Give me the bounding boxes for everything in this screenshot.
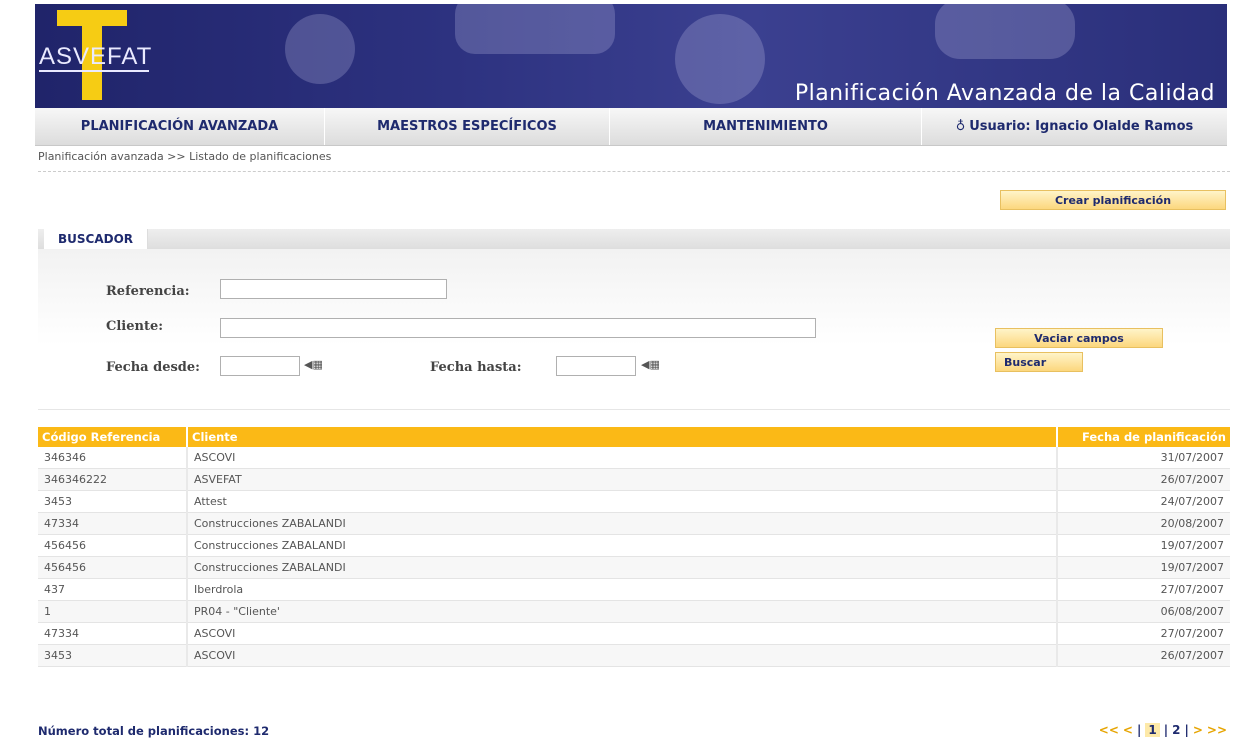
cell-cliente: ASCOVI [187,447,1058,469]
nav-item-mantenimiento[interactable]: MANTENIMIENTO [610,108,922,145]
cell-codigo: 437 [38,578,188,601]
cell-cliente: Construcciones ZABALANDI [187,512,1058,535]
prev-page-icon[interactable]: < [1123,723,1133,737]
first-page-icon[interactable]: << [1099,723,1119,737]
next-page-icon[interactable]: > [1193,723,1203,737]
page-link-1[interactable]: 1 [1145,723,1160,737]
cell-codigo: 346346 [38,447,188,469]
nav-item-maestros[interactable]: MAESTROS ESPECÍFICOS [325,108,610,145]
main-nav: PLANIFICACIÓN AVANZADA MAESTROS ESPECÍFI… [35,108,1227,146]
cell-codigo: 47334 [38,622,188,645]
table-row[interactable]: 456456 Construcciones ZABALANDI 19/07/2007 [38,534,1230,557]
pager-separator: | [1163,723,1169,737]
cell-fecha: 26/07/2007 [1057,644,1230,667]
cell-cliente: Iberdrola [187,578,1058,601]
pager-separator: | [1136,723,1142,737]
cell-codigo: 3453 [38,490,188,513]
breadcrumb: Planificación avanzada >> Listado de pla… [38,150,332,163]
cell-fecha: 06/08/2007 [1057,600,1230,623]
cell-fecha: 26/07/2007 [1057,468,1230,491]
user-icon: ♁ [955,119,966,134]
cell-cliente: ASCOVI [187,644,1058,667]
cell-fecha: 31/07/2007 [1057,447,1230,469]
table-row[interactable]: 456456 Construcciones ZABALANDI 19/07/2007 [38,556,1230,579]
cell-codigo: 456456 [38,556,188,579]
app-title: Planificación Avanzada de la Calidad [794,81,1215,106]
column-header-codigo[interactable]: Código Referencia [38,427,188,447]
table-row[interactable]: 437 Iberdrola 27/07/2007 [38,578,1230,601]
cell-cliente: ASCOVI [187,622,1058,645]
search-tab-bar [38,229,1230,249]
page-link-2[interactable]: 2 [1172,723,1180,737]
cell-fecha: 27/07/2007 [1057,578,1230,601]
calendar-icon[interactable]: ◀▦ [304,358,323,371]
table-row[interactable]: 1 PR04 - "Cliente' 06/08/2007 [38,600,1230,623]
table-row[interactable]: 3453 Attest 24/07/2007 [38,490,1230,513]
cell-codigo: 1 [38,600,188,623]
cell-cliente: Attest [187,490,1058,513]
search-button[interactable]: Buscar [995,352,1083,372]
last-page-icon[interactable]: >> [1207,723,1227,737]
cell-codigo: 47334 [38,512,188,535]
search-tab[interactable]: BUSCADOR [44,229,149,249]
table-row[interactable]: 47334 Construcciones ZABALANDI 20/08/2007 [38,512,1230,535]
cell-fecha: 24/07/2007 [1057,490,1230,513]
cell-fecha: 19/07/2007 [1057,556,1230,579]
cliente-label: Cliente: [106,319,164,334]
header-banner: ASVEFAT Planificación Avanzada de la Cal… [35,4,1227,108]
cliente-input[interactable] [220,318,816,338]
total-count: Número total de planificaciones: 12 [38,724,270,738]
screw-graphic [455,4,615,54]
create-planning-button[interactable]: Crear planificación [1000,190,1226,210]
fecha-desde-input[interactable] [220,356,300,376]
referencia-input[interactable] [220,279,447,299]
logo-text: ASVEFAT [39,43,153,72]
fecha-desde-label: Fecha desde: [106,360,200,375]
column-header-fecha[interactable]: Fecha de planificación [1057,427,1230,447]
calendar-icon[interactable]: ◀▦ [641,358,660,371]
clear-fields-button[interactable]: Vaciar campos [995,328,1163,348]
cell-cliente: PR04 - "Cliente' [187,600,1058,623]
pager-separator: | [1184,723,1189,737]
logo[interactable]: ASVEFAT [35,10,165,104]
divider [38,171,1230,172]
cell-fecha: 27/07/2007 [1057,622,1230,645]
cell-cliente: Construcciones ZABALANDI [187,534,1058,557]
fecha-hasta-input[interactable] [556,356,636,376]
nav-item-user[interactable]: ♁ Usuario: Ignacio Olalde Ramos [922,108,1227,145]
cell-fecha: 19/07/2007 [1057,534,1230,557]
cell-cliente: ASVEFAT [187,468,1058,491]
referencia-label: Referencia: [106,284,190,299]
nut-graphic [675,14,765,104]
table-row[interactable]: 47334 ASCOVI 27/07/2007 [38,622,1230,645]
table-row[interactable]: 3453 ASCOVI 26/07/2007 [38,644,1230,667]
cell-codigo: 3453 [38,644,188,667]
user-name: Usuario: Ignacio Olalde Ramos [969,119,1194,134]
cell-cliente: Construcciones ZABALANDI [187,556,1058,579]
fecha-hasta-label: Fecha hasta: [430,360,522,375]
table-row[interactable]: 346346 ASCOVI 31/07/2007 [38,447,1230,469]
table-row[interactable]: 346346222 ASVEFAT 26/07/2007 [38,468,1230,491]
nav-item-planificacion[interactable]: PLANIFICACIÓN AVANZADA [35,108,325,145]
pagination: << < | 1 | 2 | > >> [1099,723,1227,737]
screw-graphic-2 [935,4,1075,59]
cell-codigo: 456456 [38,534,188,557]
column-header-cliente[interactable]: Cliente [187,427,1058,447]
cell-codigo: 346346222 [38,468,188,491]
table-header-row: Código Referencia Cliente Fecha de plani… [38,427,1230,447]
bolt-graphic [285,14,355,84]
cell-fecha: 20/08/2007 [1057,512,1230,535]
results-table: Código Referencia Cliente Fecha de plani… [38,427,1230,667]
